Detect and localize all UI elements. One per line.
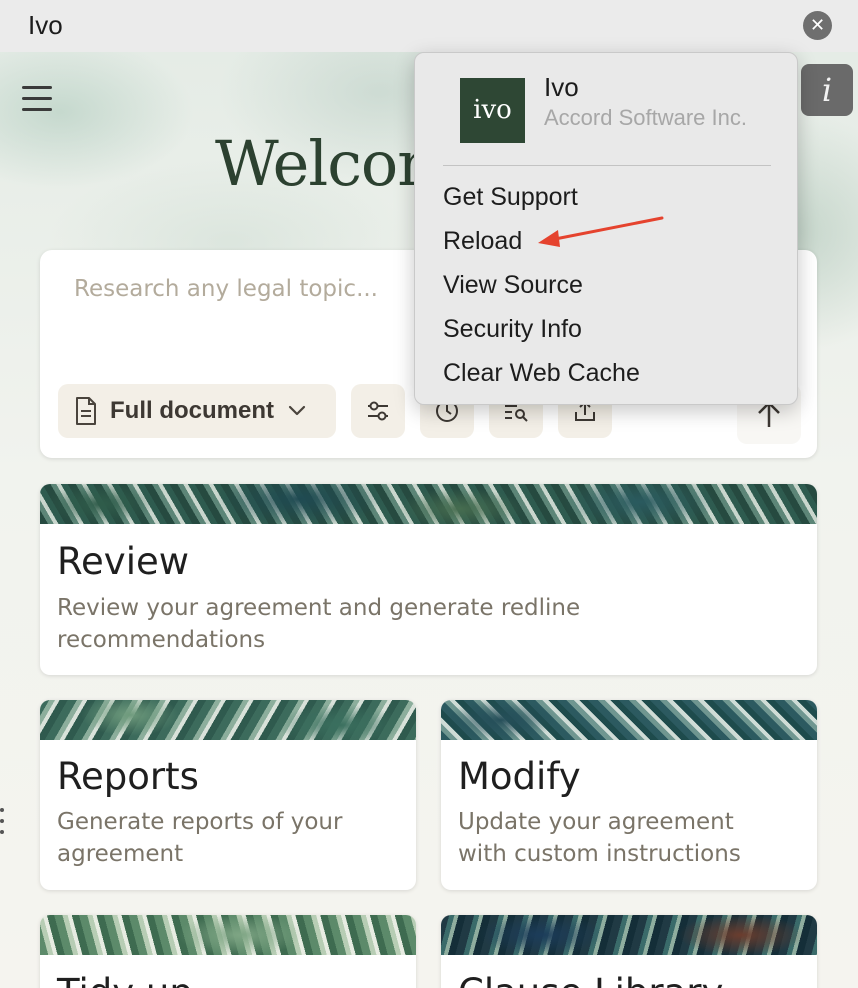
card-banner <box>40 484 817 524</box>
menu-item-security-info[interactable]: Security Info <box>443 315 582 344</box>
document-icon <box>76 397 96 425</box>
menu-item-view-source[interactable]: View Source <box>443 271 583 300</box>
card-description: Update your agreement with custom instru… <box>458 809 741 867</box>
window-titlebar: Ivo ✕ <box>0 0 858 52</box>
reports-card[interactable]: Reports Generate reports of your agreeme… <box>40 700 416 890</box>
modify-card[interactable]: Modify Update your agreement with custom… <box>441 700 817 890</box>
card-banner <box>441 915 817 955</box>
card-title: Modify <box>458 755 581 798</box>
filter-button[interactable] <box>351 384 405 438</box>
popup-company: Accord Software Inc. <box>544 105 747 130</box>
tidy-up-card[interactable]: Tidy up <box>40 915 416 988</box>
hamburger-icon[interactable] <box>22 86 52 114</box>
app-logo: ivo <box>460 78 525 143</box>
filter-sliders-icon <box>368 401 388 421</box>
search-input[interactable] <box>74 276 404 302</box>
annotation-arrow-icon <box>538 216 664 247</box>
card-banner <box>40 700 416 740</box>
resize-handle[interactable] <box>0 808 4 838</box>
info-icon[interactable]: i <box>801 64 853 116</box>
card-title: Tidy up <box>57 971 193 988</box>
menu-item-reload[interactable]: Reload <box>443 227 522 256</box>
review-card[interactable]: Review Review your agreement and generat… <box>40 484 817 675</box>
card-title: Clause Library <box>458 971 723 988</box>
card-title: Reports <box>57 755 199 798</box>
window-title: Ivo <box>28 10 63 40</box>
popup-app-name: Ivo <box>544 72 579 102</box>
chevron-down-icon <box>288 405 306 416</box>
scope-label: Full document <box>110 397 274 424</box>
card-banner <box>40 915 416 955</box>
card-banner <box>441 700 817 740</box>
clause-library-card[interactable]: Clause Library <box>441 915 817 988</box>
close-icon[interactable]: ✕ <box>803 11 832 40</box>
menu-item-get-support[interactable]: Get Support <box>443 183 578 212</box>
card-title: Review <box>57 540 190 583</box>
menu-item-clear-web-cache[interactable]: Clear Web Cache <box>443 359 640 388</box>
popup-divider <box>443 165 771 166</box>
card-description: Review your agreement and generate redli… <box>57 595 581 653</box>
scope-dropdown[interactable]: Full document <box>58 384 336 438</box>
card-description: Generate reports of your agreement <box>57 809 343 867</box>
